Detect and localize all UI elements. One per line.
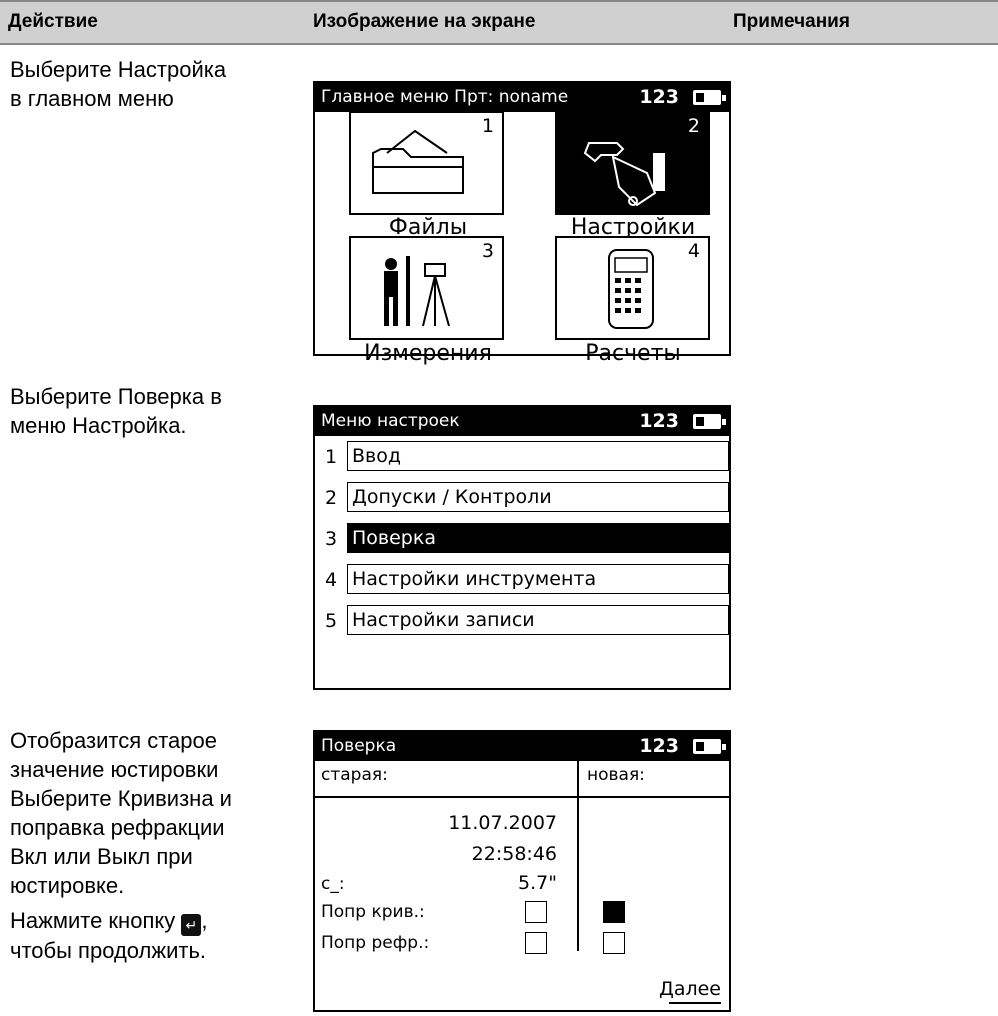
- status-indicator: 123: [639, 410, 679, 432]
- old-time: 22:58:46: [471, 843, 557, 865]
- refraction-label: Попр рефр.:: [321, 933, 430, 953]
- status-indicator: 123: [639, 735, 679, 757]
- c-value: 5.7": [518, 872, 557, 894]
- battery-icon: [693, 414, 726, 429]
- adjustment-screen: Поверка 123 старая: новая: 11.07.2007 22…: [313, 730, 731, 1012]
- curvature-new-checkbox[interactable]: [603, 901, 625, 923]
- old-date: 11.07.2007: [448, 812, 557, 834]
- step1-text: Выберите Настройка в главном меню: [10, 57, 227, 111]
- softkey-underline: [669, 1002, 721, 1004]
- folder-icon: [372, 129, 464, 194]
- tile-measure-label: Измерения: [364, 341, 492, 366]
- header-screen: Изображение на экране: [313, 11, 536, 32]
- table-header: Действие Изображение на экране Примечани…: [0, 0, 998, 45]
- tile-measure[interactable]: 3: [349, 236, 504, 340]
- header-action: Действие: [8, 11, 98, 32]
- battery-icon: [693, 90, 726, 105]
- refraction-old-checkbox: [525, 932, 547, 954]
- step2-text: Выберите Поверка в меню Настройка.: [10, 384, 222, 438]
- divider: [315, 796, 729, 798]
- wrench-hand-icon: [583, 142, 665, 207]
- tile-calc-label: Расчеты: [585, 341, 681, 366]
- col-new-label: новая:: [587, 765, 645, 785]
- screen-title-bar: Поверка 123: [315, 732, 729, 761]
- c-label: c_:: [321, 874, 345, 894]
- tile-files[interactable]: 1: [349, 111, 504, 215]
- next-softkey[interactable]: Далее: [659, 978, 721, 1000]
- settings-menu-screen: Меню настроек 123 1 Ввод 2 Допуски / Кон…: [313, 405, 731, 690]
- screen-title-bar: Меню настроек 123: [315, 407, 729, 436]
- column-divider: [577, 761, 579, 951]
- screen-title-bar: Главное меню Прт: noname 123: [315, 83, 729, 112]
- step3-text: Отобразится старое значение юстировки Вы…: [10, 728, 232, 963]
- enter-key-icon: ↵: [181, 914, 202, 936]
- header-notes: Примечания: [733, 11, 850, 32]
- calculator-icon: [608, 249, 654, 329]
- col-old-label: старая:: [321, 765, 388, 785]
- curvature-label: Попр крив.:: [321, 902, 425, 922]
- curvature-old-checkbox: [525, 901, 547, 923]
- tile-settings[interactable]: 2: [555, 111, 710, 215]
- tile-calc[interactable]: 4: [555, 236, 710, 340]
- main-menu-screen: Главное меню Прт: noname 123 1 Файлы 2 Н…: [313, 81, 731, 366]
- status-indicator: 123: [639, 86, 679, 108]
- refraction-new-checkbox[interactable]: [603, 932, 625, 954]
- surveyor-tripod-icon: [384, 256, 450, 327]
- battery-icon: [693, 739, 726, 754]
